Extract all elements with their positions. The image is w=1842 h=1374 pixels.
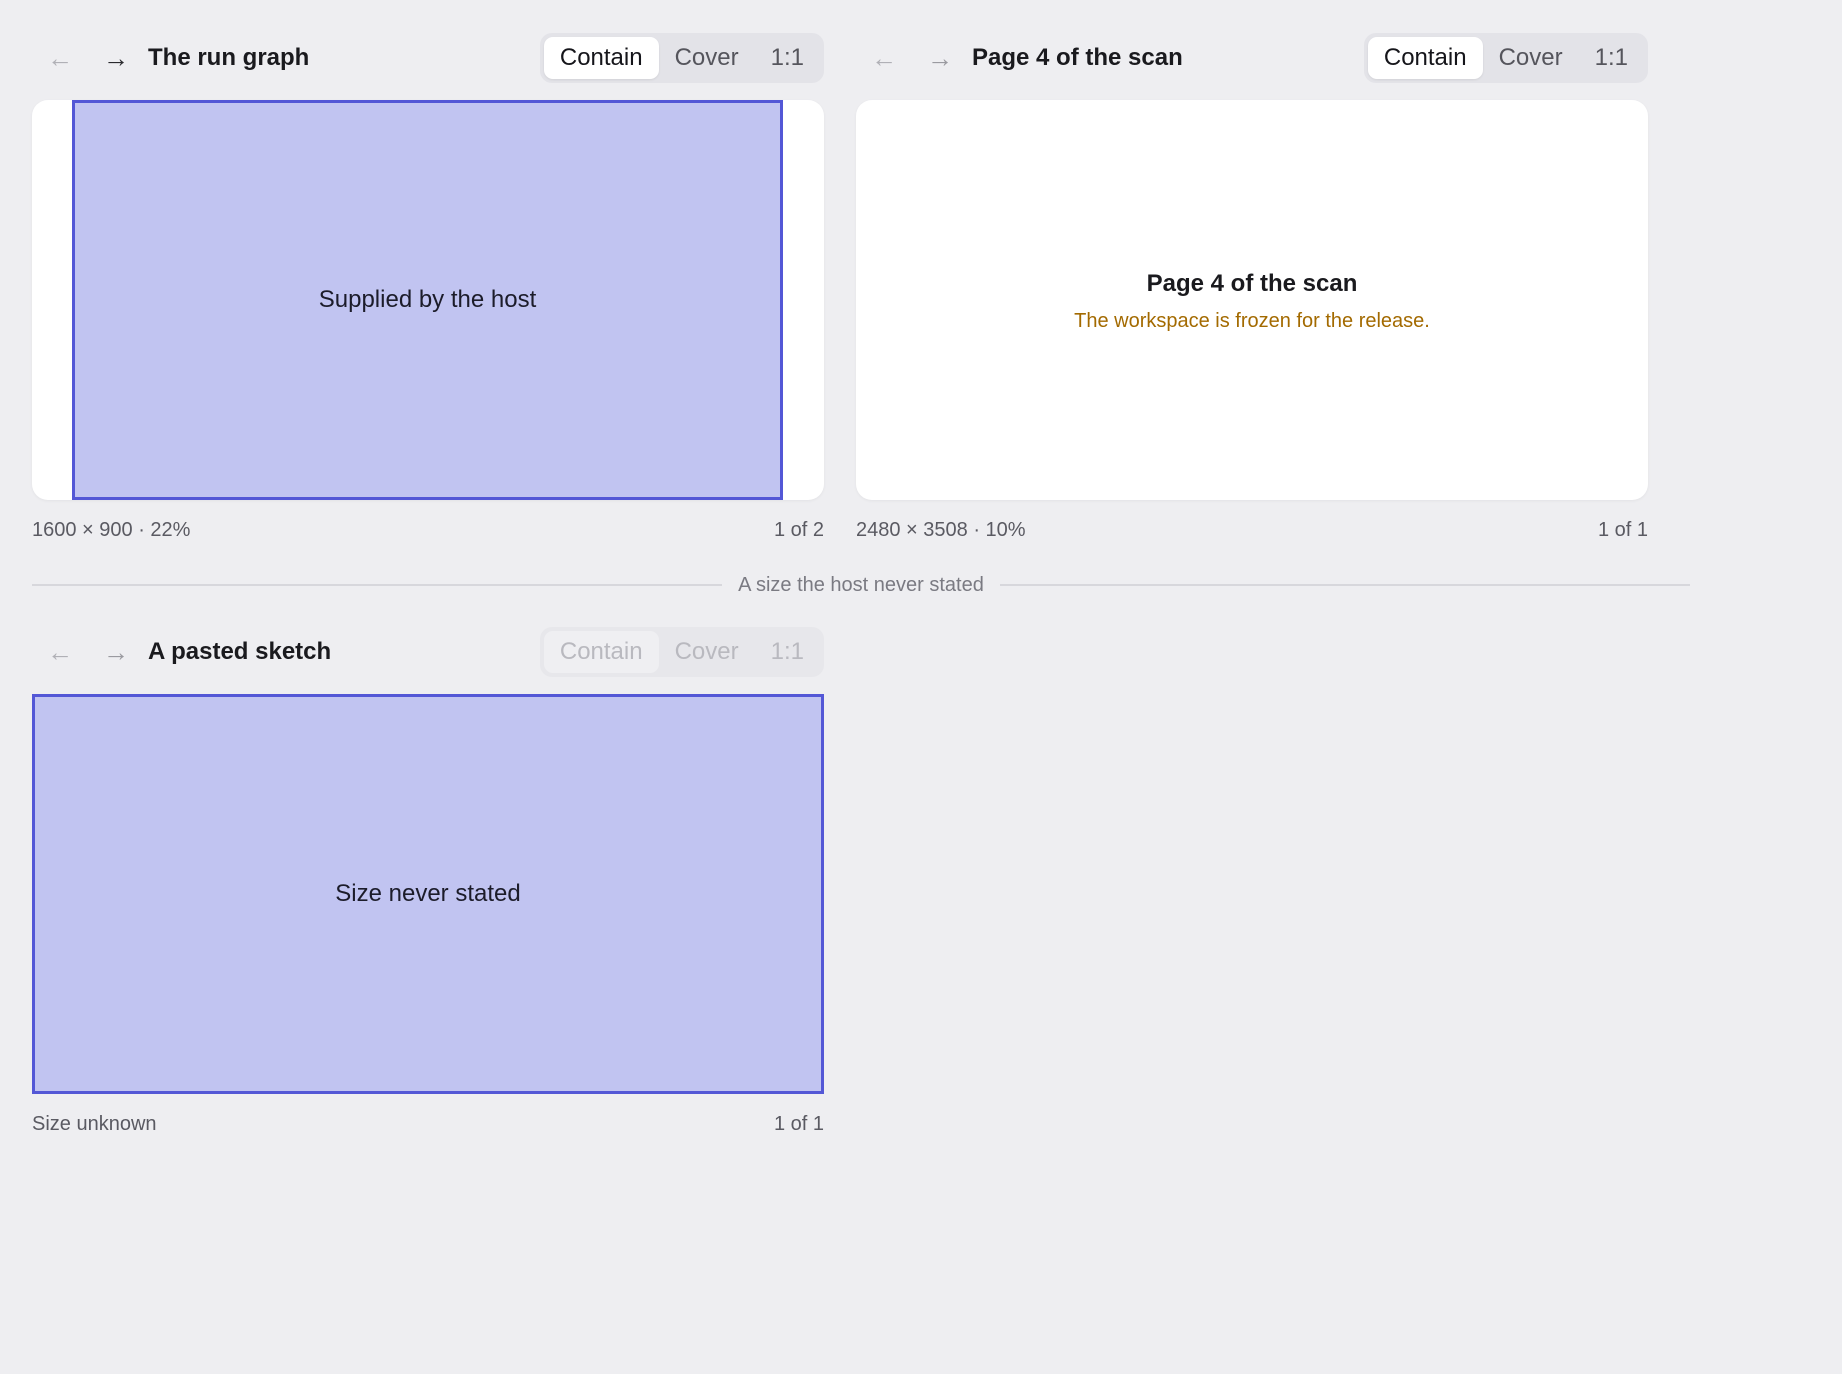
status-message: Page 4 of the scan The workspace is froz…: [856, 270, 1648, 333]
message-title: Page 4 of the scan: [1146, 270, 1358, 297]
viewer-toolbar: ← → Page 4 of the scan Contain Cover 1:1: [856, 30, 1648, 86]
back-arrow-icon[interactable]: ←: [32, 624, 88, 680]
image-placeholder: Size never stated: [32, 694, 824, 1094]
back-arrow-icon[interactable]: ←: [856, 30, 912, 86]
image-stage: Supplied by the host: [32, 100, 824, 500]
section-divider: A size the host never stated: [32, 572, 1691, 598]
fit-contain-button[interactable]: Contain: [543, 37, 659, 79]
fit-actual-size-button[interactable]: 1:1: [1579, 37, 1644, 79]
fit-cover-button[interactable]: Cover: [1483, 37, 1579, 79]
image-label: Supplied by the host: [318, 286, 537, 313]
fit-mode-toggle: Contain Cover 1:1: [539, 33, 824, 83]
image-position: 1 of 1: [773, 1112, 824, 1135]
fit-actual-size-button: 1:1: [770, 638, 804, 665]
image-viewer-scan-page: ← → Page 4 of the scan Contain Cover 1:1…: [856, 30, 1648, 548]
image-stage: Page 4 of the scan The workspace is froz…: [856, 100, 1648, 500]
viewer-title: The run graph: [148, 44, 310, 71]
image-size-zoom: Size unknown: [32, 1112, 157, 1135]
fit-mode-toggle: Contain Cover 1:1: [539, 627, 824, 677]
image-viewer-run-graph: ← → The run graph Contain Cover 1:1 Supp…: [32, 30, 824, 548]
image-size-zoom: 1600 × 900 · 22%: [32, 518, 191, 541]
forward-arrow-icon[interactable]: →: [88, 30, 144, 86]
viewer-toolbar: ← → The run graph Contain Cover 1:1: [32, 30, 824, 86]
fit-cover-button: Cover: [674, 638, 739, 665]
viewer-footer: 2480 × 3508 · 10% 1 of 1: [856, 512, 1648, 548]
fit-contain-button: Contain: [543, 631, 659, 673]
viewer-footer: 1600 × 900 · 22% 1 of 2: [32, 512, 824, 548]
message-note: The workspace is frozen for the release.: [1074, 310, 1430, 332]
divider-line-right: [999, 584, 1691, 586]
fit-mode-toggle: Contain Cover 1:1: [1363, 33, 1648, 83]
image-placeholder: Supplied by the host: [72, 100, 783, 500]
fit-actual-size-button[interactable]: 1:1: [755, 37, 820, 79]
image-position: 1 of 2: [773, 518, 824, 541]
viewer-toolbar: ← → A pasted sketch Contain Cover 1:1: [32, 624, 824, 680]
viewer-title: A pasted sketch: [148, 638, 332, 665]
fit-cover-button[interactable]: Cover: [659, 37, 755, 79]
back-arrow-icon[interactable]: ←: [32, 30, 88, 86]
fit-contain-button[interactable]: Contain: [1367, 37, 1483, 79]
forward-arrow-icon[interactable]: →: [912, 30, 968, 86]
image-label: Size never stated: [335, 880, 521, 907]
forward-arrow-icon[interactable]: →: [88, 624, 144, 680]
image-stage: Size never stated: [32, 694, 824, 1094]
image-size-zoom: 2480 × 3508 · 10%: [856, 518, 1026, 541]
divider-line-left: [32, 584, 723, 586]
divider-label: A size the host never stated: [738, 573, 984, 596]
image-position: 1 of 1: [1597, 518, 1648, 541]
viewer-footer: Size unknown 1 of 1: [32, 1106, 824, 1142]
viewer-title: Page 4 of the scan: [972, 44, 1183, 71]
image-viewer-pasted-sketch: ← → A pasted sketch Contain Cover 1:1 Si…: [32, 624, 824, 1142]
